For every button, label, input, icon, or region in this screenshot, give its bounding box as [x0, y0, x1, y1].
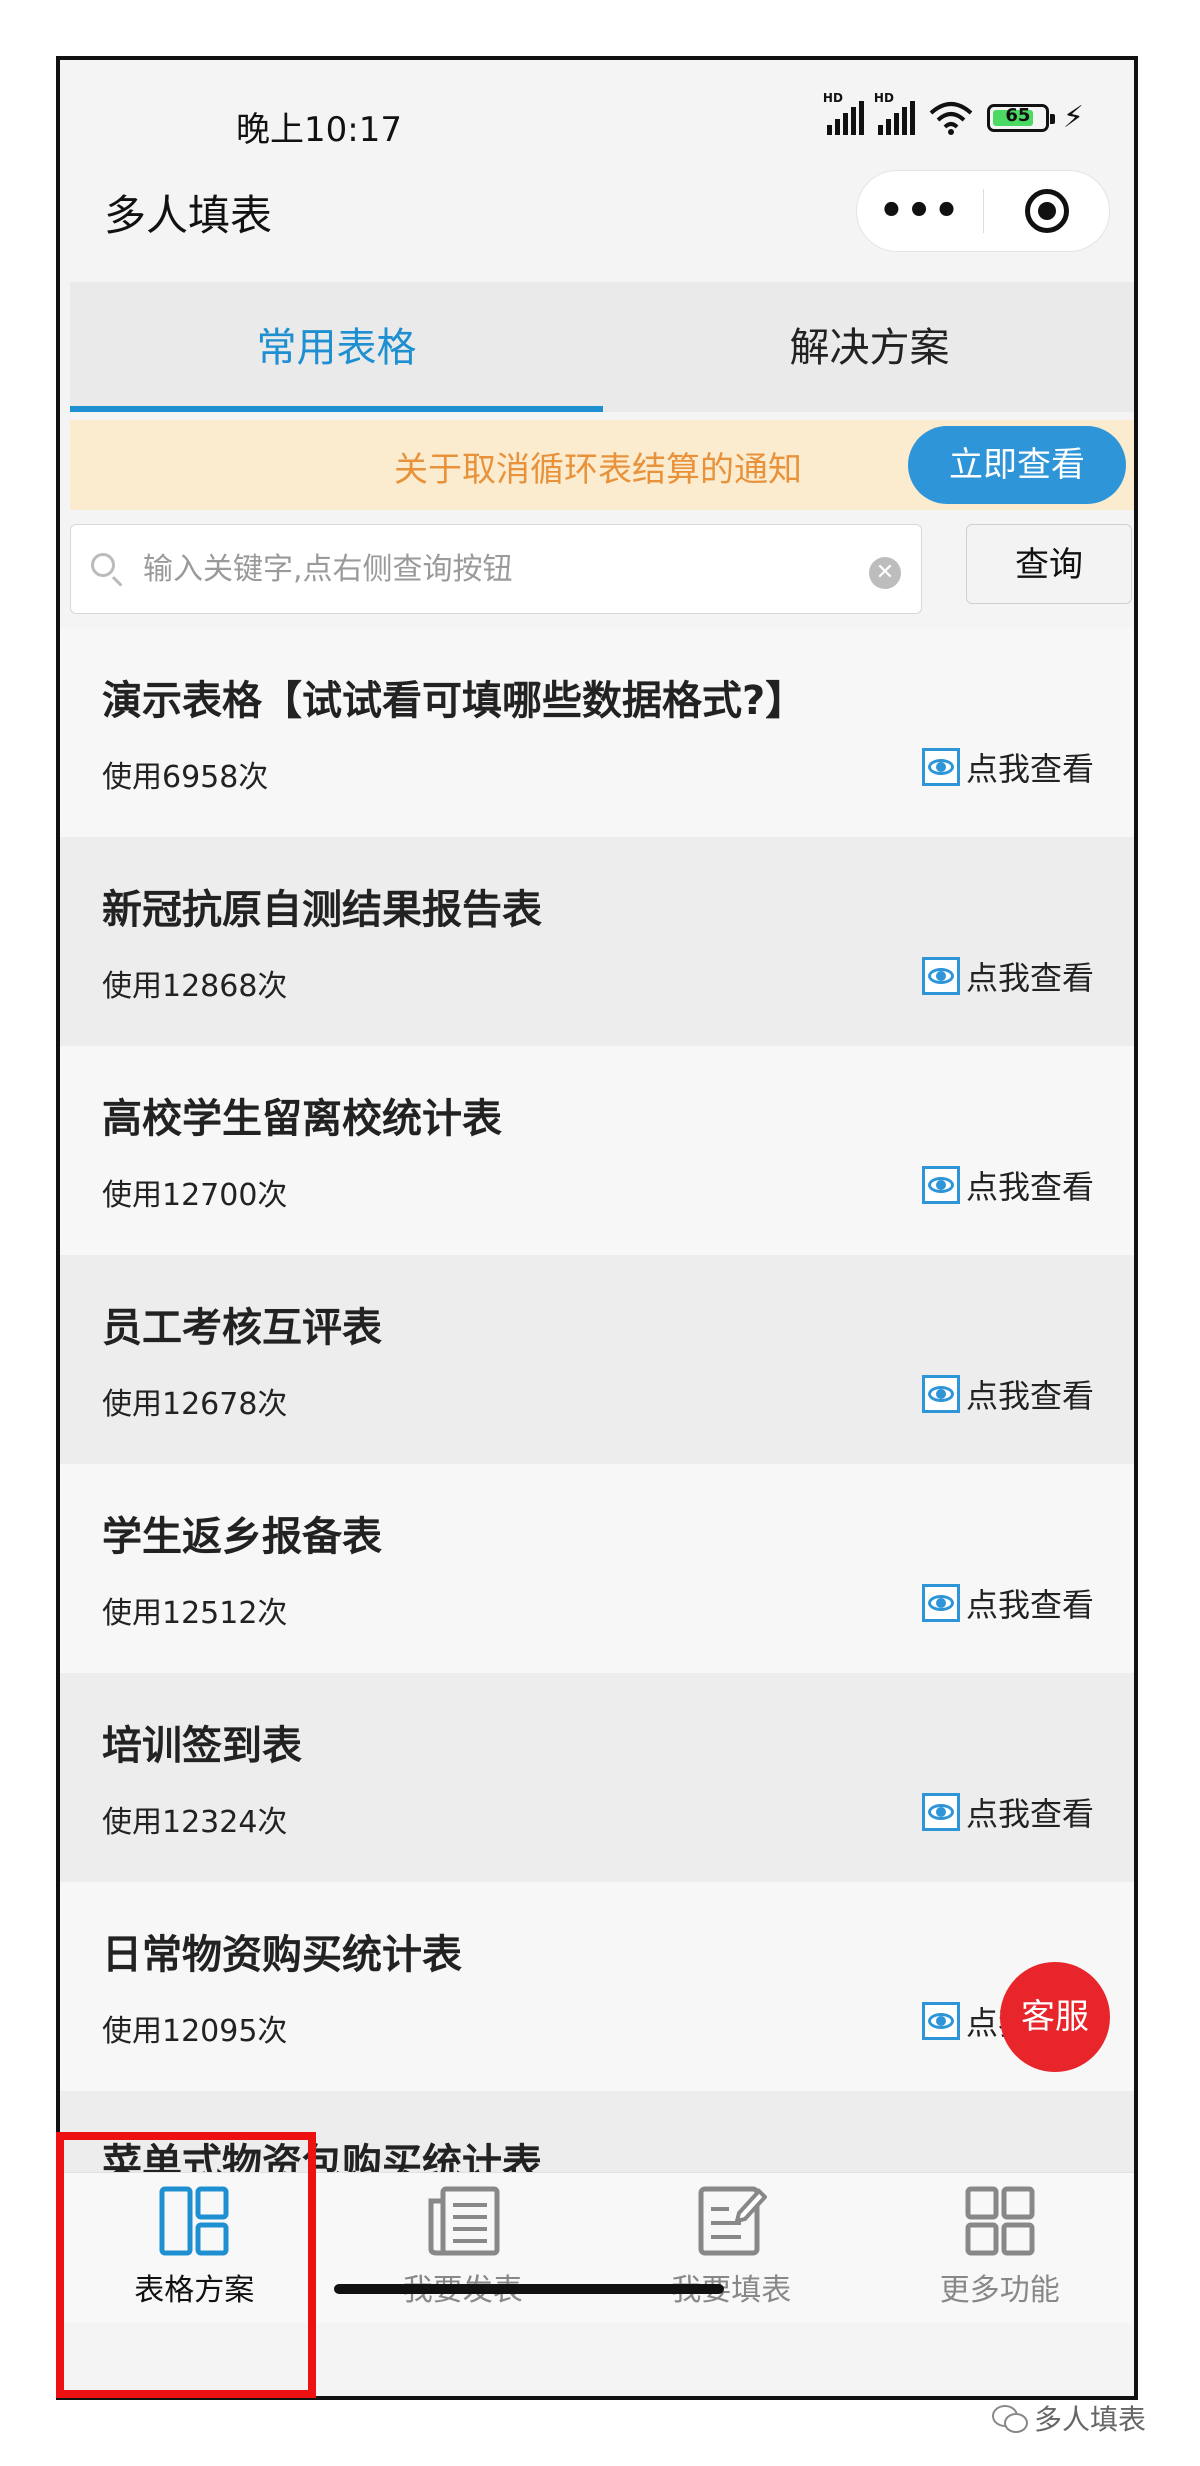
query-button[interactable]: 查询 — [966, 524, 1132, 604]
item-usage-count: 使用12095次 — [102, 2014, 288, 2049]
eye-icon — [921, 1166, 960, 1204]
list-item[interactable]: 新冠抗原自测结果报告表 使用12868次 点我查看 — [60, 837, 1134, 1046]
search-icon — [91, 553, 115, 577]
item-usage-count: 使用6958次 — [102, 760, 269, 795]
tabbar-item-more[interactable]: 更多功能 — [866, 2173, 1135, 2323]
more-dots-icon[interactable]: ••• — [857, 188, 983, 234]
view-button[interactable]: 点我查看 — [921, 1789, 1094, 1835]
status-bar: 晚上10:17 HD HD 65 ⚡ — [60, 60, 1134, 151]
home-indicator — [334, 2284, 724, 2294]
view-now-button[interactable]: 立即查看 — [908, 426, 1126, 504]
item-usage-count: 使用12700次 — [102, 1178, 288, 1213]
view-label: 点我查看 — [965, 959, 1094, 997]
charging-icon: ⚡ — [1062, 100, 1084, 135]
item-title: 高校学生留离校统计表 — [102, 1096, 502, 1142]
eye-icon — [921, 1793, 960, 1831]
status-time: 晚上10:17 — [236, 110, 402, 150]
watermark: 多人填表 — [991, 2398, 1146, 2438]
tab-solutions[interactable]: 解决方案 — [603, 282, 1134, 412]
eye-icon — [921, 957, 960, 995]
newspaper-icon — [428, 2186, 500, 2256]
eye-icon — [921, 2002, 960, 2040]
tabbar-label: 更多功能 — [939, 2273, 1060, 2308]
battery-icon: 65 — [986, 103, 1055, 132]
view-label: 点我查看 — [965, 1168, 1094, 1206]
tab-common-forms[interactable]: 常用表格 — [70, 282, 603, 412]
item-title: 新冠抗原自测结果报告表 — [102, 887, 542, 933]
phone-frame: 晚上10:17 HD HD 65 ⚡ 多人填表 ••• 常用表格 解决方案 关于… — [56, 56, 1138, 2400]
view-button[interactable]: 点我查看 — [921, 1580, 1094, 1626]
clear-icon[interactable]: ✕ — [869, 557, 901, 589]
target-icon — [1024, 189, 1069, 233]
search-input[interactable] — [141, 543, 845, 595]
view-button[interactable]: 点我查看 — [921, 953, 1094, 999]
view-label: 点我查看 — [965, 1586, 1094, 1624]
edit-form-icon — [698, 2186, 768, 2256]
watermark-text: 多人填表 — [1033, 2403, 1146, 2436]
view-button[interactable]: 点我查看 — [921, 1371, 1094, 1417]
customer-service-button[interactable]: 客服 — [1000, 1962, 1110, 2072]
view-label: 点我查看 — [965, 1377, 1094, 1415]
list-item[interactable]: 员工考核互评表 使用12678次 点我查看 — [60, 1255, 1134, 1464]
tabbar-item-fill[interactable]: 我要填表 — [597, 2173, 866, 2323]
item-title: 日常物资购买统计表 — [102, 1932, 462, 1978]
eye-icon — [921, 1375, 960, 1413]
list-item[interactable]: 演示表格【试试看可填哪些数据格式?】 使用6958次 点我查看 — [60, 628, 1134, 837]
item-usage-count: 使用12678次 — [102, 1387, 288, 1422]
nav-bar: 多人填表 ••• — [60, 150, 1134, 252]
search-row: ✕ 查询 — [70, 518, 1134, 618]
tab-bar: 常用表格 解决方案 — [70, 282, 1134, 412]
signal-icon: HD — [874, 91, 915, 135]
item-usage-count: 使用12868次 — [102, 969, 288, 1004]
list-item[interactable]: 高校学生留离校统计表 使用12700次 点我查看 — [60, 1046, 1134, 1255]
view-button[interactable]: 点我查看 — [921, 1162, 1094, 1208]
view-button[interactable]: 点我查看 — [921, 744, 1094, 790]
notice-text[interactable]: 关于取消循环表结算的通知 — [394, 442, 802, 491]
view-label: 点我查看 — [965, 1795, 1094, 1833]
list-item[interactable]: 培训签到表 使用12324次 点我查看 — [60, 1673, 1134, 1882]
tabbar-item-publish[interactable]: 我要发表 — [329, 2173, 598, 2323]
page-title: 多人填表 — [104, 191, 273, 240]
item-title: 演示表格【试试看可填哪些数据格式?】 — [102, 678, 806, 724]
form-list: 演示表格【试试看可填哪些数据格式?】 使用6958次 点我查看 新冠抗原自测结果… — [60, 628, 1134, 2300]
list-item[interactable]: 日常物资购买统计表 使用12095次 点我查看 — [60, 1882, 1134, 2091]
list-item[interactable]: 学生返乡报备表 使用12512次 点我查看 — [60, 1464, 1134, 1673]
eye-icon — [921, 748, 960, 786]
status-icons: HD HD 65 ⚡ — [823, 91, 1084, 136]
grid-icon — [965, 2186, 1035, 2256]
signal-icon: HD — [823, 91, 864, 135]
highlight-box — [56, 2132, 316, 2398]
item-usage-count: 使用12324次 — [102, 1805, 288, 1840]
item-usage-count: 使用12512次 — [102, 1596, 288, 1631]
view-label: 点我查看 — [965, 750, 1094, 788]
notice-banner: 关于取消循环表结算的通知 立即查看 — [70, 420, 1134, 510]
search-box: ✕ — [70, 524, 922, 614]
wifi-icon — [929, 101, 973, 135]
item-title: 员工考核互评表 — [102, 1305, 382, 1351]
item-title: 学生返乡报备表 — [102, 1514, 382, 1560]
mini-program-capsule: ••• — [856, 170, 1110, 252]
eye-icon — [921, 1584, 960, 1622]
wechat-icon — [991, 2405, 1028, 2433]
close-mini-program-button[interactable] — [984, 189, 1109, 233]
item-title: 培训签到表 — [102, 1723, 302, 1769]
